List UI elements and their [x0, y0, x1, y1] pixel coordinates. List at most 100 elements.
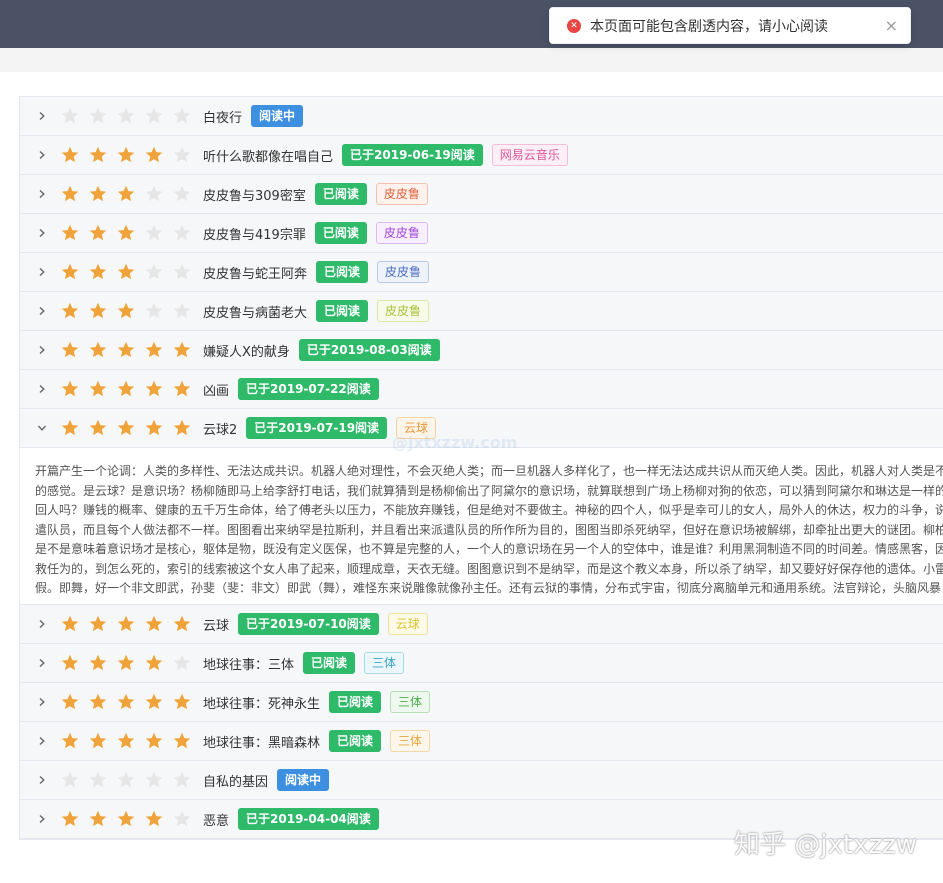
star-rating: [60, 653, 200, 673]
book-row[interactable]: 听什么歌都像在唱自己 已于2019-06-19阅读 网易云音乐: [20, 136, 943, 175]
star-icon: [60, 106, 88, 126]
star-icon: [172, 106, 200, 126]
chevron-right-icon[interactable]: [35, 656, 49, 670]
book-row[interactable]: 白夜行 阅读中: [20, 97, 943, 136]
status-badge: 已阅读: [316, 300, 369, 322]
status-badge: 阅读中: [251, 105, 304, 127]
star-icon: [116, 262, 144, 282]
star-rating: [60, 262, 200, 282]
star-icon: [88, 692, 116, 712]
chevron-down-icon[interactable]: [35, 421, 49, 435]
book-title: 凶画: [203, 383, 230, 399]
star-icon: [88, 340, 116, 360]
category-tag: 网易云音乐: [491, 144, 568, 166]
status-badge: 已于2019-07-22阅读: [238, 378, 379, 400]
star-icon: [60, 731, 88, 751]
category-tag: 皮皮鲁: [377, 261, 430, 283]
chevron-right-icon[interactable]: [35, 343, 49, 357]
chevron-right-icon[interactable]: [35, 148, 49, 162]
book-row[interactable]: 凶画 已于2019-07-22阅读: [20, 370, 943, 409]
close-icon[interactable]: ×: [885, 17, 898, 34]
star-icon: [116, 692, 144, 712]
book-title: 听什么歌都像在唱自己: [203, 149, 334, 165]
chevron-right-icon[interactable]: [35, 109, 49, 123]
chevron-right-icon[interactable]: [35, 773, 49, 787]
star-icon: [88, 145, 116, 165]
star-icon: [88, 223, 116, 243]
star-rating: [60, 145, 200, 165]
star-icon: [88, 653, 116, 673]
chevron-right-icon[interactable]: [35, 226, 49, 240]
book-row[interactable]: 地球往事：黑暗森林 已阅读 三体: [20, 722, 943, 761]
chevron-right-icon[interactable]: [35, 265, 49, 279]
book-title: 云球: [203, 618, 230, 634]
category-tag: 皮皮鲁: [375, 222, 428, 244]
book-title: 自私的基因: [203, 774, 269, 790]
category-tag: 皮皮鲁: [375, 183, 428, 205]
book-title: 云球2: [203, 422, 238, 438]
star-icon: [60, 809, 88, 829]
book-row[interactable]: 皮皮鲁与病菌老大 已阅读 皮皮鲁: [20, 292, 943, 331]
book-row[interactable]: 皮皮鲁与309密室 已阅读 皮皮鲁: [20, 175, 943, 214]
chevron-right-icon[interactable]: [35, 617, 49, 631]
review-line: 的感觉。是云球？是意识场？杨柳随即马上给李舒打电话，我们就算猜到是杨柳偷出了阿黛…: [35, 483, 943, 498]
star-icon: [144, 106, 172, 126]
book-title: 地球往事：三体: [203, 657, 295, 673]
status-badge: 已于2019-07-10阅读: [238, 613, 379, 635]
star-icon: [172, 184, 200, 204]
star-icon: [116, 184, 144, 204]
sub-header-bar: [0, 48, 943, 72]
book-title: 地球往事：黑暗森林: [203, 735, 321, 751]
review-line: 遣队员，而且每个人做法都不一样。图图看出来纳罕是拉斯利，并且看出来派遣队员的所作…: [35, 522, 943, 537]
star-icon: [144, 379, 172, 399]
star-icon: [172, 418, 200, 438]
book-title: 皮皮鲁与309密室: [203, 188, 306, 204]
star-icon: [60, 301, 88, 321]
star-icon: [116, 340, 144, 360]
review-line: 回人吗？赚钱的概率、健康的五千万生命体，给了傅老头以压力，不能放弃赚钱，但是绝对…: [35, 503, 943, 517]
chevron-right-icon[interactable]: [35, 304, 49, 318]
review-line: 假。即舞，好一个非文即武，孙斐（斐：非文）即武（舞），难怪东来说雕像就像孙主任。…: [35, 581, 942, 595]
star-icon: [116, 223, 144, 243]
book-row[interactable]: 地球往事：死神永生 已阅读 三体: [20, 683, 943, 722]
watermark: @jxtxzzw.com: [392, 433, 518, 452]
star-icon: [144, 653, 172, 673]
star-icon: [88, 379, 116, 399]
chevron-right-icon[interactable]: [35, 187, 49, 201]
star-icon: [60, 262, 88, 282]
book-row[interactable]: 云球 已于2019-07-10阅读 云球: [20, 605, 943, 644]
star-icon: [60, 379, 88, 399]
star-rating: [60, 301, 200, 321]
status-badge: 已于2019-06-19阅读: [342, 144, 483, 166]
book-row[interactable]: 嫌疑人X的献身 已于2019-08-03阅读: [20, 331, 943, 370]
category-tag: 皮皮鲁: [377, 300, 430, 322]
book-row[interactable]: 皮皮鲁与419宗罪 已阅读 皮皮鲁: [20, 214, 943, 253]
star-icon: [60, 692, 88, 712]
star-icon: [172, 614, 200, 634]
chevron-right-icon[interactable]: [35, 734, 49, 748]
status-badge: 已阅读: [303, 652, 356, 674]
book-title: 嫌疑人X的献身: [203, 344, 290, 360]
chevron-right-icon[interactable]: [35, 695, 49, 709]
star-icon: [60, 340, 88, 360]
spoiler-warning-toast: ✕ 本页面可能包含剧透内容，请小心阅读 ×: [549, 7, 911, 44]
star-icon: [172, 340, 200, 360]
star-rating: [60, 340, 200, 360]
book-title: 皮皮鲁与病菌老大: [203, 305, 308, 321]
star-icon: [144, 731, 172, 751]
book-review-text: 开篇产生一个论调：人类的多样性、无法达成共识。机器人绝对理性，不会灭绝人类；而一…: [20, 448, 943, 605]
chevron-right-icon[interactable]: [35, 812, 49, 826]
book-row[interactable]: 皮皮鲁与蛇王阿奔 已阅读 皮皮鲁: [20, 253, 943, 292]
chevron-right-icon[interactable]: [35, 382, 49, 396]
star-icon: [60, 223, 88, 243]
star-icon: [144, 262, 172, 282]
star-rating: [60, 692, 200, 712]
category-tag: 三体: [364, 652, 405, 674]
star-icon: [144, 418, 172, 438]
book-row[interactable]: 自私的基因 阅读中: [20, 761, 943, 800]
book-title: 白夜行: [203, 110, 243, 126]
star-icon: [116, 614, 144, 634]
star-icon: [60, 184, 88, 204]
book-row[interactable]: 地球往事：三体 已阅读 三体: [20, 644, 943, 683]
star-icon: [88, 770, 116, 790]
